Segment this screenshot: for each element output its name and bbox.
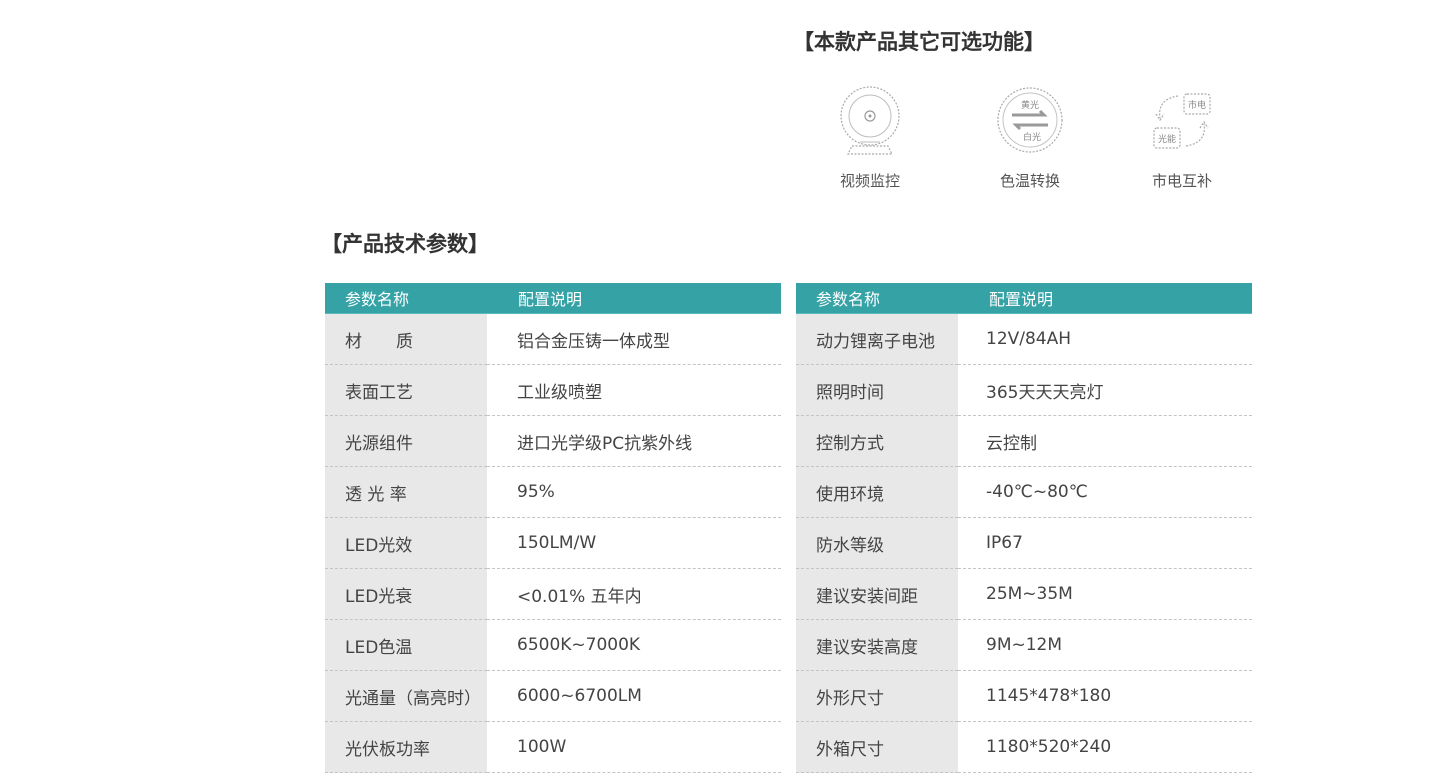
param-name-cell: LED光效 — [325, 517, 487, 569]
table-row: 表面工艺 工业级喷塑 — [325, 364, 781, 416]
param-value-cell: IP67 — [958, 517, 1252, 569]
feature-grid-solar-complement: 市电 光能 市电互补 — [1120, 84, 1244, 191]
icon-text-yellow-light: 黄光 — [1021, 99, 1039, 111]
specs-table-left-body: 材 质铝合金压铸一体成型 表面工艺 工业级喷塑 光源组件 进口光学级PC抗紫外线透 光 … — [325, 313, 781, 773]
optional-features-list: 视频监控 黄光 白光 色温转换 市电 光能 市电互补 — [808, 84, 1248, 194]
param-value-cell: 100W — [487, 721, 781, 773]
table-row: 光源组件 进口光学级PC抗紫外线 — [325, 415, 781, 467]
param-name-cell: 表面工艺 — [325, 364, 487, 416]
feature-video-surveillance: 视频监控 — [808, 84, 932, 191]
table-row: 照明时间 365天天天亮灯 — [796, 364, 1252, 416]
feature-color-temperature: 黄光 白光 色温转换 — [968, 84, 1092, 191]
param-name-header: 参数名称 — [325, 283, 487, 314]
table-row: 光伏板功率 100W — [325, 721, 781, 773]
param-name-cell: 光通量（高亮时） — [325, 670, 487, 722]
config-desc-header: 配置说明 — [487, 283, 781, 314]
param-name-cell: 照明时间 — [796, 364, 958, 416]
param-value-cell: 铝合金压铸一体成型 — [487, 313, 781, 365]
param-value-cell: <0.01% 五年内 — [487, 568, 781, 620]
param-value-cell: 95% — [487, 466, 781, 518]
param-value-cell: 365天天天亮灯 — [958, 364, 1252, 416]
param-name-cell: 外形尺寸 — [796, 670, 958, 722]
param-name-cell: 建议安装间距 — [796, 568, 958, 620]
param-value-cell: 进口光学级PC抗紫外线 — [487, 415, 781, 467]
param-value-cell: -40℃~80℃ — [958, 466, 1252, 518]
table-header-row: 参数名称 配置说明 — [325, 283, 781, 314]
table-row: 控制方式 云控制 — [796, 415, 1252, 467]
param-value-cell: 1145*478*180 — [958, 670, 1252, 722]
table-row: LED光衰 <0.01% 五年内 — [325, 568, 781, 620]
icon-text-solar: 光能 — [1158, 133, 1176, 145]
table-row: LED色温 6500K~7000K — [325, 619, 781, 671]
param-name-cell: LED光衰 — [325, 568, 487, 620]
camera-icon — [840, 86, 900, 155]
table-row: 外形尺寸 1145*478*180 — [796, 670, 1252, 722]
feature-label: 市电互补 — [1151, 172, 1212, 190]
param-value-cell: 6000~6700LM — [487, 670, 781, 722]
table-row: 建议安装间距 25M~35M — [796, 568, 1252, 620]
table-row: LED光效 150LM/W — [325, 517, 781, 569]
table-row: 防水等级 IP67 — [796, 517, 1252, 569]
param-name-cell: 外箱尺寸 — [796, 721, 958, 773]
table-row: 使用环境 -40℃~80℃ — [796, 466, 1252, 518]
grid-solar-switch-icon: 市电 光能 — [1153, 93, 1211, 149]
specs-table-right: 参数名称 配置说明 动力锂离子电池 12V/84AH 照明时间 365天天天亮灯 控制方… — [796, 283, 1252, 773]
icon-text-white-light: 白光 — [1023, 131, 1041, 143]
feature-label: 视频监控 — [839, 172, 900, 190]
param-name-cell: 使用环境 — [796, 466, 958, 518]
param-value-cell: 云控制 — [958, 415, 1252, 467]
param-name-cell: 材 质 — [325, 313, 487, 365]
param-name-cell: 建议安装高度 — [796, 619, 958, 671]
table-row: 透 光 率 95% — [325, 466, 781, 518]
param-name-cell: 光伏板功率 — [325, 721, 487, 773]
color-temperature-icon: 黄光 白光 — [997, 87, 1063, 153]
table-header-row: 参数名称 配置说明 — [796, 283, 1252, 314]
param-value-cell: 1180*520*240 — [958, 721, 1252, 773]
param-value-cell: 150LM/W — [487, 517, 781, 569]
param-value-cell: 工业级喷塑 — [487, 364, 781, 416]
table-row: 外箱尺寸 1180*520*240 — [796, 721, 1252, 773]
tech-specs-title: 【产品技术参数】 — [321, 232, 489, 256]
specs-table-left: 参数名称 配置说明 材 质铝合金压铸一体成型 表面工艺 工业级喷塑 光源组件 进口光学级… — [325, 283, 781, 773]
optional-features-title: 【本款产品其它可选功能】 — [793, 30, 1045, 54]
param-name-cell: 防水等级 — [796, 517, 958, 569]
specs-table-right-body: 动力锂离子电池 12V/84AH 照明时间 365天天天亮灯 控制方式 云控制 使用环境 -4… — [796, 313, 1252, 773]
param-value-cell: 9M~12M — [958, 619, 1252, 671]
config-desc-header: 配置说明 — [958, 283, 1252, 314]
table-row: 光通量（高亮时） 6000~6700LM — [325, 670, 781, 722]
feature-label: 色温转换 — [999, 172, 1060, 190]
param-value-cell: 6500K~7000K — [487, 619, 781, 671]
param-name-cell: LED色温 — [325, 619, 487, 671]
param-name-cell: 透 光 率 — [325, 466, 487, 518]
icon-text-grid: 市电 — [1188, 99, 1206, 111]
table-row: 建议安装高度 9M~12M — [796, 619, 1252, 671]
param-name-header: 参数名称 — [796, 283, 958, 314]
param-name-cell: 动力锂离子电池 — [796, 313, 958, 365]
param-value-cell: 25M~35M — [958, 568, 1252, 620]
param-name-cell: 光源组件 — [325, 415, 487, 467]
table-row: 动力锂离子电池 12V/84AH — [796, 313, 1252, 365]
param-value-cell: 12V/84AH — [958, 313, 1252, 365]
param-name-cell: 控制方式 — [796, 415, 958, 467]
table-row: 材 质铝合金压铸一体成型 — [325, 313, 781, 365]
